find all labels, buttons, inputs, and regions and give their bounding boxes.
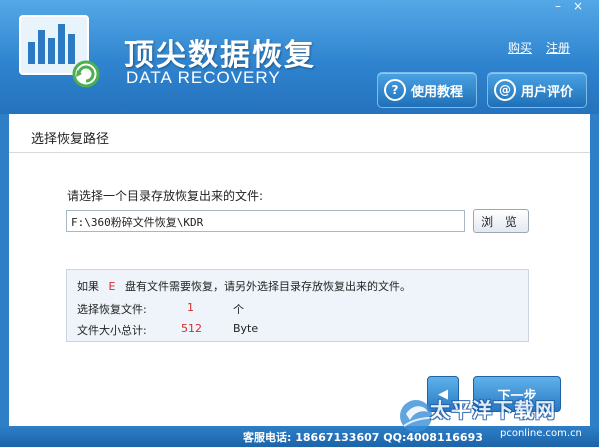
files-label: 选择恢复文件: — [77, 303, 147, 316]
tutorial-label: 使用教程 — [411, 84, 464, 100]
review-label: 用户评价 — [521, 84, 574, 100]
watermark-text: 太平洋下载网 — [430, 398, 556, 422]
divider — [9, 152, 590, 153]
close-button[interactable]: × — [571, 0, 585, 12]
size-label: 文件大小总计: — [77, 324, 147, 337]
files-unit: 个 — [233, 303, 244, 316]
panel-title: 选择恢复路径 — [31, 132, 110, 147]
minimize-button[interactable]: – — [551, 0, 565, 12]
browse-button[interactable]: 浏 览 — [473, 209, 529, 233]
main-panel: 选择恢复路径 请选择一个目录存放恢复出来的文件: F:\360粉碎文件恢复\KD… — [9, 114, 590, 426]
size-unit: Byte — [233, 322, 259, 335]
swirl-icon: @ — [494, 79, 516, 101]
buy-link[interactable]: 购买 — [508, 39, 532, 56]
register-link[interactable]: 注册 — [546, 39, 570, 56]
info-suffix: 盘有文件需要恢复，请另外选择目录存放恢复出来的文件。 — [124, 280, 411, 293]
path-prompt: 请选择一个目录存放恢复出来的文件: — [67, 189, 264, 203]
app-header: 顶尖数据恢复 DATA RECOVERY – × 购买 注册 ? 使用教程 @ … — [0, 0, 599, 114]
window-controls: – × — [551, 0, 585, 12]
path-input[interactable]: F:\360粉碎文件恢复\KDR — [66, 210, 465, 232]
review-button[interactable]: @ 用户评价 — [487, 72, 587, 108]
drive-letter: E — [108, 280, 116, 293]
watermark-url: pconline.com.cn — [500, 428, 582, 439]
files-count: 1 — [187, 301, 194, 314]
size-value: 512 — [181, 322, 202, 335]
app-logo — [16, 12, 102, 90]
info-box: 如果 E 盘有文件需要恢复，请另外选择目录存放恢复出来的文件。 选择恢复文件: … — [66, 269, 529, 342]
info-prefix: 如果 — [77, 280, 99, 293]
tutorial-button[interactable]: ? 使用教程 — [377, 72, 477, 108]
info-warning: 如果 E 盘有文件需要恢复，请另外选择目录存放恢复出来的文件。 — [77, 278, 411, 294]
app-subtitle: DATA RECOVERY — [126, 68, 281, 87]
service-phone: 客服电话: 18667133607 QQ:4008116693 — [243, 431, 483, 444]
question-icon: ? — [384, 79, 406, 101]
